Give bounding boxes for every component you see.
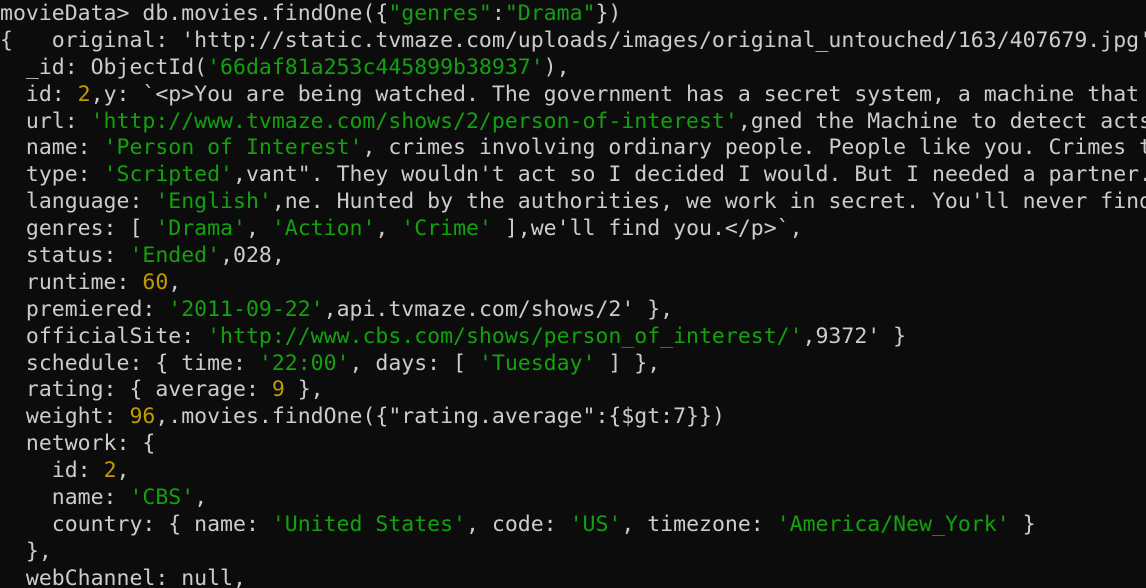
string-token: 'http://www.tvmaze.com/shows/2/person-of… [90,108,738,134]
string-token: 'English' [155,189,272,215]
text-token: id: [0,81,78,107]
text-token: , [168,269,182,295]
text-token: name: [0,485,130,511]
string-token: '2011-09-22' [168,296,324,322]
string-token: 'United States' [271,511,466,537]
string-token: "genres" [388,1,492,26]
string-token: 'Scripted' [103,162,234,188]
text-token: ,028, [220,243,285,269]
terminal-line: type: 'Scripted',vant". They wouldn't ac… [0,162,1146,189]
terminal-line: network: { [0,431,1146,458]
terminal-line: officialSite: 'http://www.cbs.com/shows/… [0,324,1146,351]
text-token: ] }, [595,350,661,376]
text-token: name: [0,135,104,161]
string-token: 'Ended' [129,243,221,269]
string-token: '66daf81a253c445899b38937' [207,54,544,80]
terminal-line: premiered: '2011-09-22',api.tvmaze.com/s… [0,297,1146,324]
number-token: 9 [271,377,285,403]
terminal-line: }, [0,539,1146,566]
text-token: ,api.tvmaze.com/shows/2' }, [323,296,674,322]
terminal-line: runtime: 60, [0,270,1146,297]
text-token: ,gned the Machine to detect acts of terr… [737,108,1146,134]
text-token: language: [0,189,156,215]
text-token: }, [284,377,324,403]
text-token: country: { name: [0,511,272,537]
terminal-line: { original: 'http://static.tvmaze.com/up… [0,28,1146,55]
text-token: , [116,458,130,484]
text-token: : [491,1,505,26]
text-token: rating: { average: [0,377,272,403]
number-token: 60 [142,269,169,295]
text-token: network: { [0,431,156,457]
text-token: , [245,216,272,242]
text-token: }, [0,538,52,564]
terminal-line: language: 'English',ne. Hunted by the au… [0,189,1146,216]
terminal-line: id: 2,y: `<p>You are being watched. The … [0,82,1146,109]
terminal-line: webChannel: null, [0,566,1146,588]
text-token: ,9372' } [802,323,907,349]
terminal-line: genres: [ 'Drama', 'Action', 'Crime' ],w… [0,216,1146,243]
terminal-line: weight: 96,.movies.findOne({"rating.aver… [0,404,1146,431]
text-token: ), [543,54,570,80]
terminal-line: name: 'CBS', [0,485,1146,512]
number-token: 96 [129,404,156,430]
string-token: 'http://www.cbs.com/shows/person_of_inte… [207,323,803,349]
text-token: ,.movies.findOne({"rating.average":{$gt:… [155,404,725,430]
terminal-line: _id: ObjectId('66daf81a253c445899b38937'… [0,55,1146,82]
terminal-line: schedule: { time: '22:00', days: [ 'Tues… [0,351,1146,378]
number-token: 2 [103,458,117,484]
string-token: 'Drama' [155,216,246,242]
text-token: } [1009,511,1036,537]
text-token: { original: 'http://static.tvmaze.com/up… [0,27,1146,53]
terminal-line: name: 'Person of Interest', crimes invol… [0,135,1146,162]
text-token: , [194,485,208,511]
string-token: 'America/New_York' [776,511,1010,537]
string-token: 'Tuesday' [478,350,596,376]
text-token: runtime: [0,269,143,295]
terminal-line: url: 'http://www.tvmaze.com/shows/2/pers… [0,109,1146,136]
text-token: genres: [ [0,216,156,242]
text-token: movieData> db.movies.findOne({ [0,1,389,26]
text-token: webChannel: null, [0,565,246,588]
string-token: 'US' [569,511,622,537]
text-token: , days: [ [349,350,479,376]
string-token: 'Person of Interest' [103,135,363,161]
text-token: }) [595,1,622,26]
terminal-output[interactable]: movieData> db.movies.findOne({"genres":"… [0,0,1146,588]
text-token: , timezone: [621,511,777,537]
text-token: ,vant". They wouldn't act so I decided I… [233,162,1146,188]
terminal-line: country: { name: 'United States', code: … [0,512,1146,539]
text-token: status: [0,243,130,269]
text-token: officialSite: [0,323,208,349]
text-token: , [375,216,402,242]
text-token: premiered: [0,296,169,322]
text-token: , crimes involving ordinary people. Peop… [362,135,1146,161]
string-token: 'Action' [271,216,376,242]
terminal-line: status: 'Ended',028, [0,243,1146,270]
text-token: url: [0,108,91,134]
text-token: schedule: { time: [0,350,259,376]
terminal-line: rating: { average: 9 }, [0,377,1146,404]
string-token: "Drama" [504,1,596,26]
text-token: ,ne. Hunted by the authorities, we work … [271,189,1146,215]
terminal-line: movieData> db.movies.findOne({"genres":"… [0,1,1146,28]
string-token: 'CBS' [129,485,195,511]
text-token: ],we'll find you.</p>`, [491,216,803,242]
string-token: '22:00' [258,350,350,376]
number-token: 2 [77,81,91,107]
text-token: id: [0,458,104,484]
text-token: ,y: `<p>You are being watched. The gover… [90,81,1140,107]
text-token: weight: [0,404,130,430]
terminal-line: id: 2, [0,458,1146,485]
string-token: 'Crime' [401,216,492,242]
text-token: _id: ObjectId( [0,54,208,80]
text-token: type: [0,162,104,188]
text-token: , code: [466,511,570,537]
